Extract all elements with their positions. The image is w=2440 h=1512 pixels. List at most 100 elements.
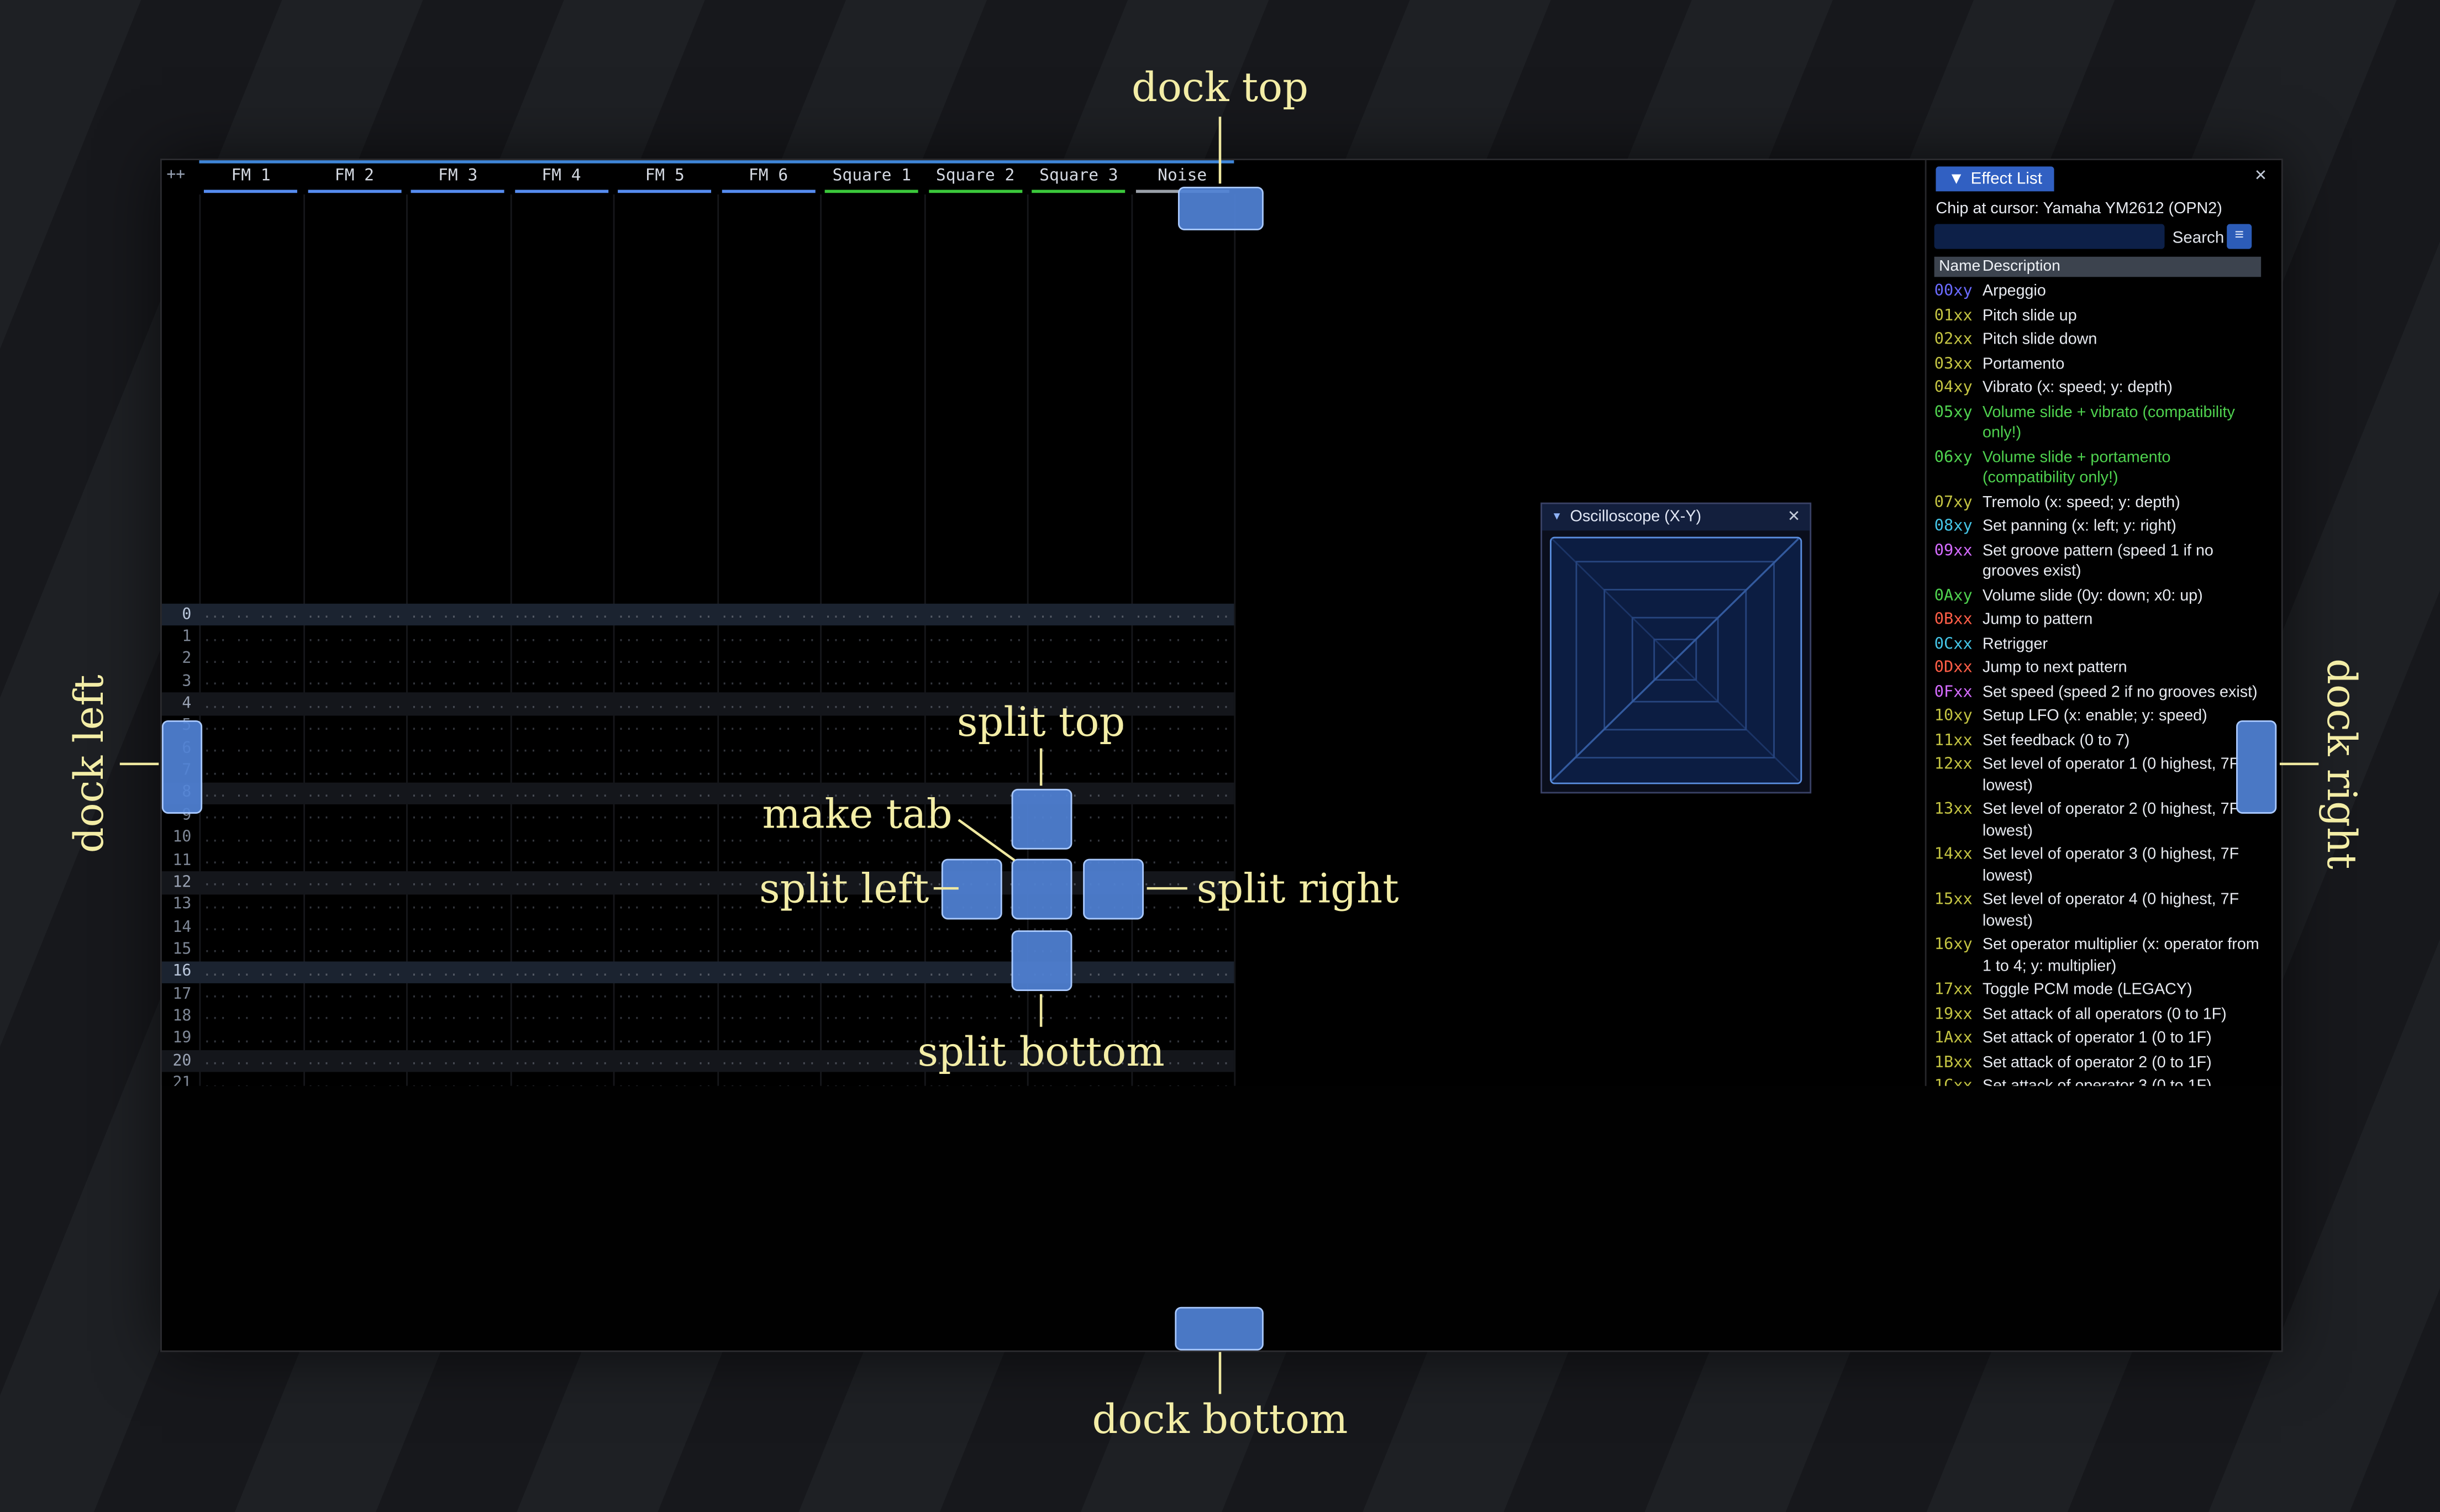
pattern-cell[interactable]: ... .. .. .. [820,1076,923,1086]
pattern-cell[interactable]: ... .. .. .. [303,897,406,913]
pattern-cell[interactable]: ... .. .. .. [613,786,717,801]
pattern-cell[interactable]: ... .. .. .. [199,1076,302,1086]
close-icon[interactable]: ✕ [2254,168,2268,187]
effect-list-item[interactable]: 1Bxx Set attack of operator 2 (0 to 1F) [1934,1051,2268,1075]
pattern-cell[interactable]: ... .. .. .. [717,852,820,868]
pattern-cell[interactable]: ... .. .. .. [303,763,406,779]
pattern-cell[interactable]: ... .. .. .. [509,875,613,891]
pattern-cell[interactable]: ... .. .. .. [509,964,613,979]
pattern-cell[interactable]: ... .. .. .. [199,1053,302,1069]
close-icon[interactable]: ✕ [1787,508,1801,527]
pattern-cell[interactable]: ... .. .. .. [820,696,923,712]
pattern-cell[interactable]: ... .. .. .. [1130,942,1234,957]
pattern-cell[interactable]: ... .. .. .. [820,763,923,779]
pattern-cell[interactable]: ... .. .. .. [820,964,923,979]
pattern-cell[interactable]: ... .. .. .. [199,852,302,868]
pattern-cell[interactable]: ... .. .. .. [717,719,820,734]
pattern-cell[interactable]: ... .. .. .. [717,942,820,957]
pattern-cell[interactable]: ... .. .. .. [1130,852,1234,868]
effect-list-item[interactable]: 10xy Setup LFO (x: enable; y: speed) [1934,705,2268,729]
effect-list-item[interactable]: 1Axx Set attack of operator 1 (0 to 1F) [1934,1027,2268,1051]
pattern-cell[interactable]: ... .. .. .. [406,808,509,824]
pattern-cell[interactable]: ... .. .. .. [613,652,717,667]
effect-list-item[interactable]: 11xx Set feedback (0 to 7) [1934,729,2268,753]
pattern-cell[interactable]: ... .. .. .. [820,942,923,957]
pattern-cell[interactable]: ... .. .. .. [303,875,406,891]
pattern-cell[interactable]: ... .. .. .. [509,629,613,645]
pattern-cell[interactable]: ... .. .. .. [1130,830,1234,846]
pattern-cell[interactable]: ... .. .. .. [1130,741,1234,756]
pattern-cell[interactable]: ... .. .. .. [613,741,717,756]
pattern-cell[interactable]: ... .. .. .. [613,808,717,824]
make-tab-target[interactable] [1011,858,1072,920]
pattern-cell[interactable]: ... .. .. .. [509,942,613,957]
pattern-cell[interactable]: ... .. .. .. [613,763,717,779]
pattern-cell[interactable]: ... .. .. .. [613,1009,717,1024]
effect-list-item[interactable]: 01xx Pitch slide up [1934,304,2268,329]
pattern-cell[interactable]: ... .. .. .. [406,1031,509,1047]
split-left-target[interactable] [941,858,1002,920]
pattern-cell[interactable]: ... .. .. .. [199,719,302,734]
pattern-row[interactable]: 3... .. .. ..... .. .. ..... .. .. .....… [162,671,1234,693]
pattern-cell[interactable]: ... .. .. .. [1130,964,1234,979]
pattern-cell[interactable]: ... .. .. .. [613,1076,717,1086]
pattern-cell[interactable]: ... .. .. .. [406,629,509,645]
pattern-cell[interactable]: ... .. .. .. [406,1009,509,1024]
pattern-cell[interactable]: ... .. .. .. [509,897,613,913]
pattern-cell[interactable]: ... .. .. .. [303,652,406,667]
effect-search-input[interactable] [1934,224,2165,249]
pattern-cell[interactable]: ... .. .. .. [303,1009,406,1024]
pattern-cell[interactable]: ... .. .. .. [406,1053,509,1069]
pattern-cell[interactable]: ... .. .. .. [613,875,717,891]
pattern-cell[interactable]: ... .. .. .. [1027,629,1130,645]
pattern-cell[interactable]: ... .. .. .. [303,719,406,734]
dock-left-target[interactable] [161,720,203,814]
pattern-cell[interactable]: ... .. .. .. [509,987,613,1002]
pattern-cell[interactable]: ... .. .. .. [820,652,923,667]
effect-list-item[interactable]: 0Cxx Retrigger [1934,633,2268,657]
pattern-cell[interactable]: ... .. .. .. [1130,920,1234,935]
pattern-row[interactable]: 7... .. .. ..... .. .. ..... .. .. .....… [162,760,1234,782]
pattern-cell[interactable]: ... .. .. .. [923,987,1027,1002]
pattern-cell[interactable]: ... .. .. .. [717,964,820,979]
pattern-cell[interactable]: ... .. .. .. [509,920,613,935]
pattern-cell[interactable]: ... .. .. .. [1027,607,1130,623]
effect-list-item[interactable]: 16xy Set operator multiplier (x: operator… [1934,934,2268,979]
effect-list-item[interactable]: 03xx Portamento [1934,352,2268,377]
pattern-cell[interactable]: ... .. .. .. [509,741,613,756]
pattern-cell[interactable]: ... .. .. .. [406,763,509,779]
pattern-row[interactable]: 15... .. .. ..... .. .. ..... .. .. ....… [162,939,1234,961]
pattern-cell[interactable]: ... .. .. .. [303,629,406,645]
pattern-cell[interactable]: ... .. .. .. [1130,652,1234,667]
pattern-cell[interactable]: ... .. .. .. [199,920,302,935]
effect-list-item[interactable]: 12xx Set level of operator 1 (0 highest, … [1934,753,2268,798]
pattern-cell[interactable]: ... .. .. .. [406,987,509,1002]
pattern-row[interactable]: 12... .. .. ..... .. .. ..... .. .. ....… [161,871,1234,894]
pattern-cell[interactable]: ... .. .. .. [820,852,923,868]
pattern-cell[interactable]: ... .. .. .. [406,920,509,935]
effect-list-item[interactable]: 19xx Set attack of all operators (0 to 1F… [1934,1003,2268,1027]
pattern-cell[interactable]: ... .. .. .. [717,741,820,756]
pattern-cell[interactable]: ... .. .. .. [509,763,613,779]
pattern-cell[interactable]: ... .. .. .. [199,1009,302,1024]
pattern-cell[interactable]: ... .. .. .. [303,674,406,689]
channel-header-fm-2[interactable]: FM 2 [303,164,406,193]
effect-list-item[interactable]: 0Fxx Set speed (speed 2 if no grooves exi… [1934,681,2268,705]
pattern-cell[interactable]: ... .. .. .. [717,920,820,935]
pattern-cell[interactable]: ... .. .. .. [1027,652,1130,667]
pattern-cell[interactable]: ... .. .. .. [509,1053,613,1069]
channel-header-fm-3[interactable]: FM 3 [406,164,509,193]
pattern-cell[interactable]: ... .. .. .. [199,696,302,712]
pattern-cell[interactable]: ... .. .. .. [406,674,509,689]
pattern-cell[interactable]: ... .. .. .. [303,808,406,824]
pattern-cell[interactable]: ... .. .. .. [1130,696,1234,712]
pattern-cell[interactable]: ... .. .. .. [199,830,302,846]
pattern-cell[interactable]: ... .. .. .. [820,920,923,935]
pattern-cell[interactable]: ... .. .. .. [613,719,717,734]
pattern-cell[interactable]: ... .. .. .. [509,786,613,801]
pattern-cell[interactable]: ... .. .. .. [613,629,717,645]
pattern-cell[interactable]: ... .. .. .. [1130,674,1234,689]
pattern-cell[interactable]: ... .. .. .. [717,763,820,779]
pattern-cell[interactable]: ... .. .. .. [613,607,717,623]
pattern-cell[interactable]: ... .. .. .. [406,830,509,846]
